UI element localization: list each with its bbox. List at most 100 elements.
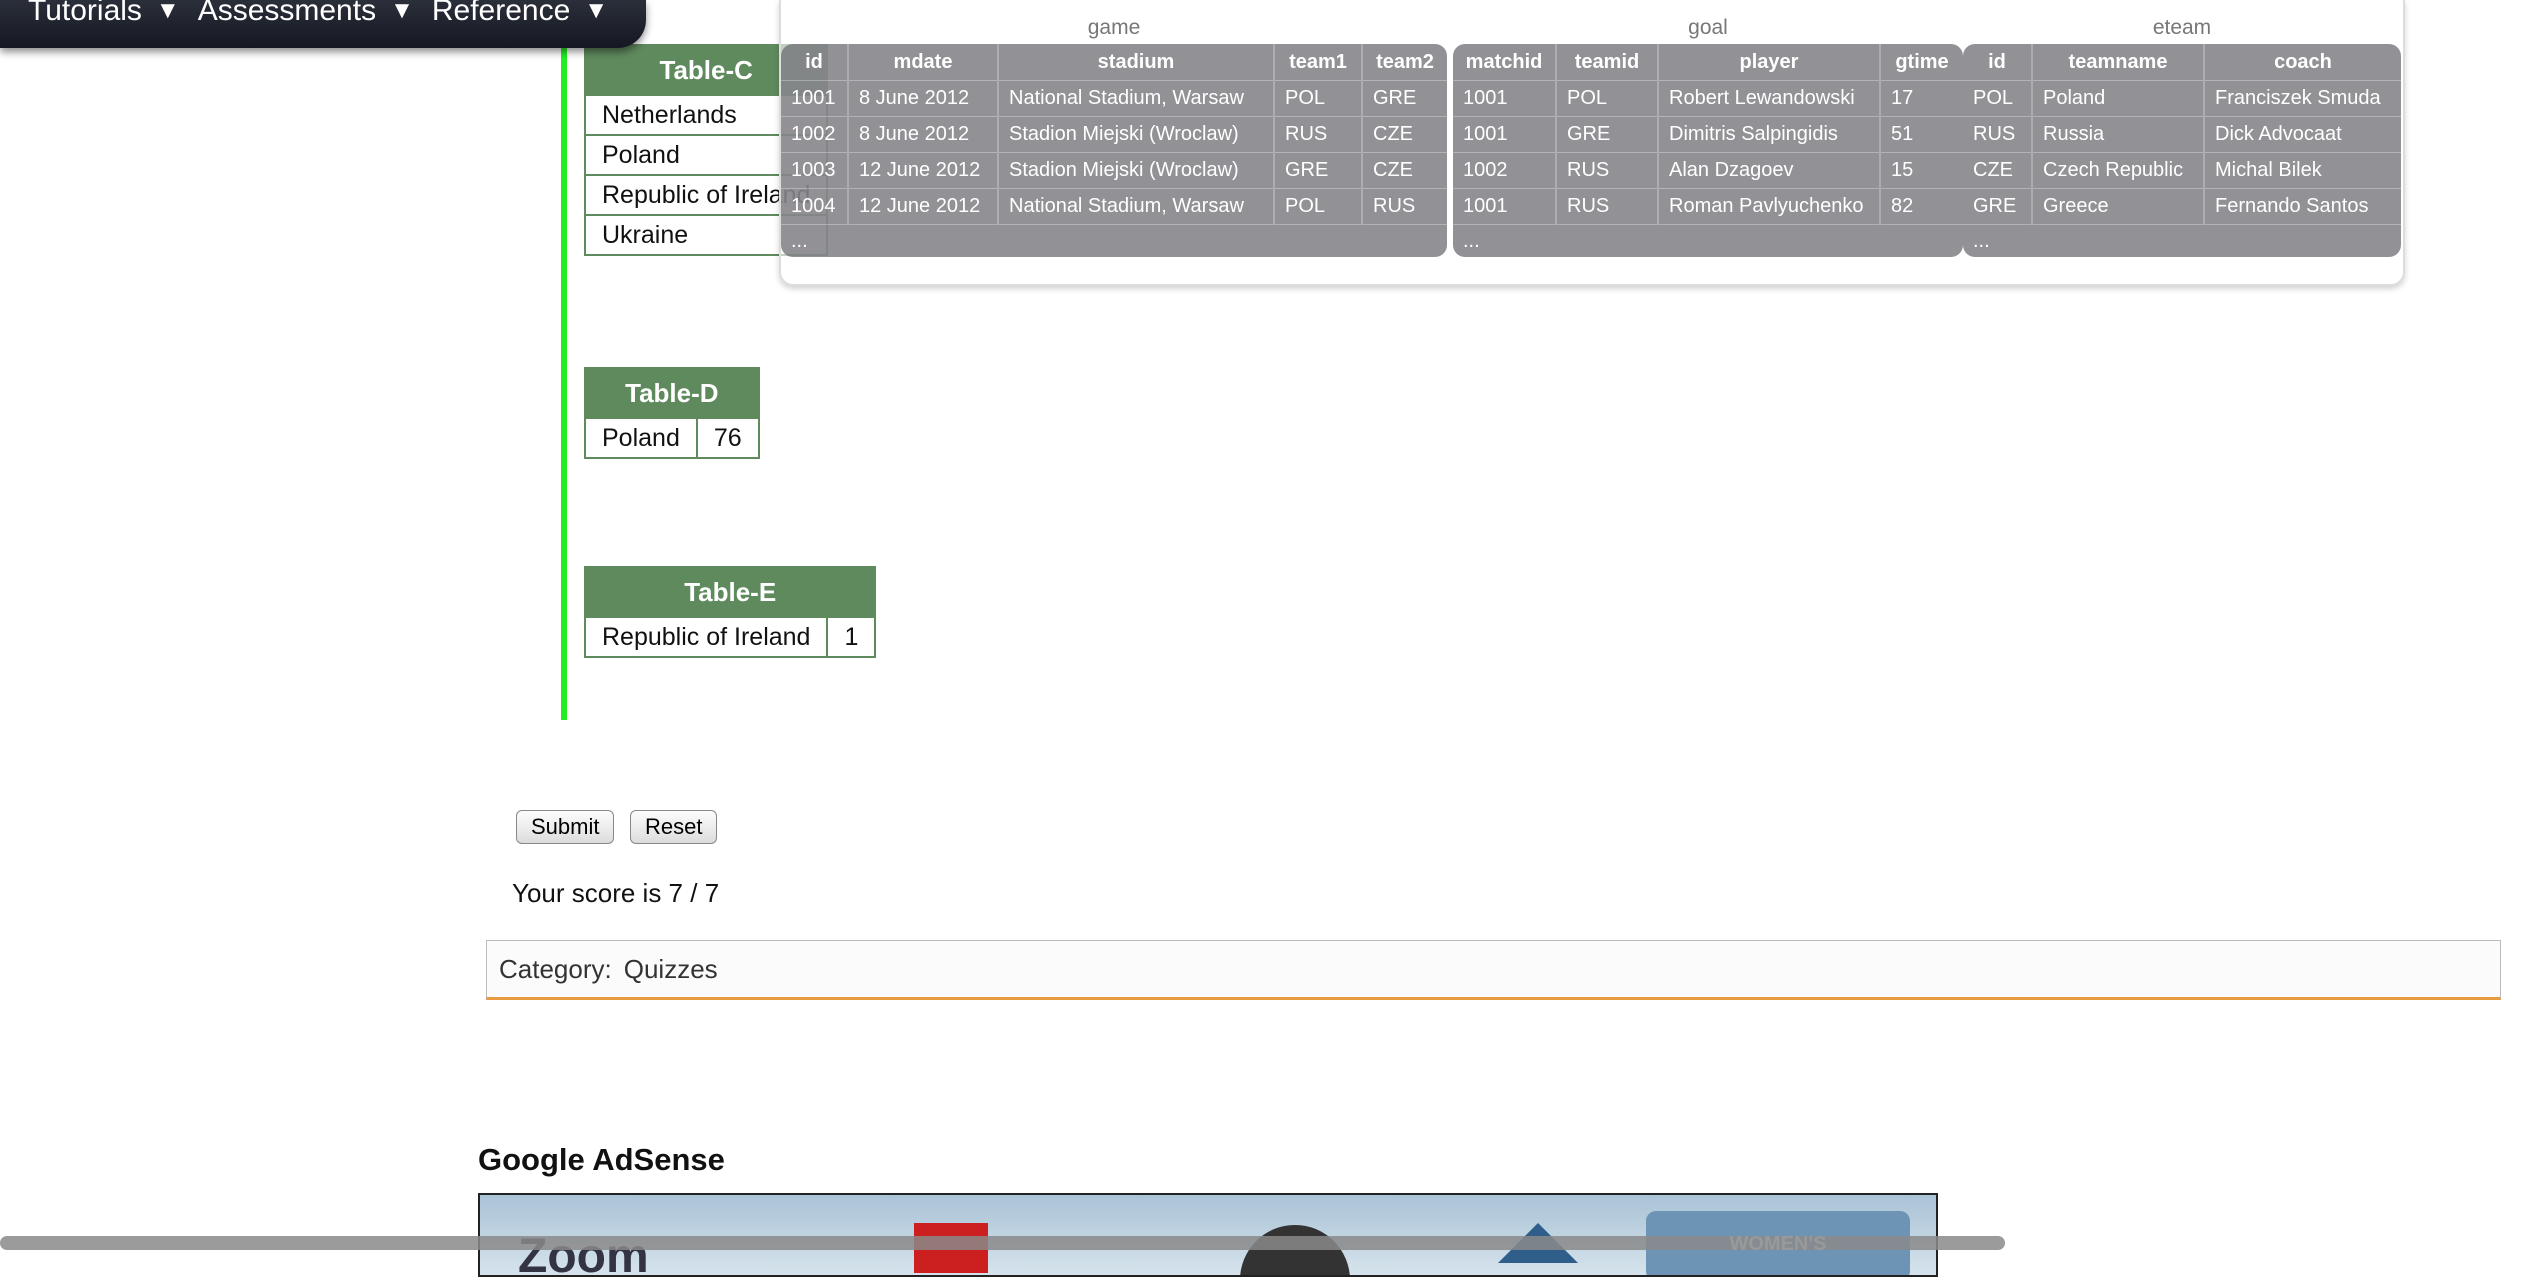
table-cell: Poland [584,417,698,459]
table-cell: 1001 [1453,116,1557,153]
caret-down-icon[interactable]: ▼ [584,0,608,25]
nav-reference[interactable]: Reference ▼ [432,0,608,28]
table-cell: Robert Lewandowski [1658,80,1881,117]
column-header: team2 [1376,50,1434,73]
table-row: RUS Russia Dick Advocaat [1963,116,2401,153]
column-header: matchid [1453,44,1557,81]
table-cell: 17 [1880,80,1963,117]
table-cell: 1002 [1453,152,1557,189]
schema-caption: game [1087,16,1141,39]
table-cell: RUS [1274,116,1363,153]
answer-table-e: Table-E Republic of Ireland 1 [583,566,877,658]
table-cell: 1001 [1453,80,1557,117]
table-cell: Poland [2032,80,2205,117]
table-cell: National Stadium, Warsaw [998,188,1275,225]
table-cell: 1004 [781,188,849,225]
nav-assessments-label[interactable]: Assessments [198,0,376,28]
category-label: Category: [499,953,612,984]
column-header: teamname [2032,44,2205,81]
table-row: CZE Czech Republic Michal Bilek [1963,152,2401,189]
adsense-heading: Google AdSense [478,1142,725,1177]
answer-table-d: Table-D Poland 76 [584,367,760,459]
table-cell: Roman Pavlyuchenko [1658,188,1881,225]
table-cell: Stadion Miejski (Wroclaw) [998,116,1275,153]
schema-goal-block: goal matchid teamid player gtime 1001 POL… [1453,12,1963,257]
schema-reference-panel: game id mdate stadium team1 team2 1001 8 … [779,0,2405,286]
column-header: gtime [1895,50,1949,73]
table-cell: POL [1274,188,1363,225]
table-cell: National Stadium, Warsaw [998,80,1275,117]
table-cell: RUS [1362,188,1447,225]
table-cell: GRE [1274,152,1363,189]
score-text: Your score is 7 / 7 [512,878,720,908]
table-cell: Greece [2032,188,2205,225]
table-cell: 82 [1880,188,1963,225]
table-cell: 8 June 2012 [848,116,999,153]
table-cell: POL [1274,80,1363,117]
table-cell: RUS [1556,188,1659,225]
table-row: 1002 RUS Alan Dzagoev 15 [1453,152,1963,189]
table-cell: 12 June 2012 [848,188,999,225]
table-cell: 1 [826,616,877,658]
caret-down-icon[interactable]: ▼ [390,0,414,25]
table-cell: 1001 [781,80,849,117]
table-cell: Dick Advocaat [2204,116,2401,153]
ad-banner[interactable]: Zoom WOMEN'S [478,1193,1938,1277]
more-rows-ellipsis: ... [1963,224,2401,257]
table-cell: POL [1963,80,2033,117]
more-rows-ellipsis: ... [1453,224,1963,257]
column-header: coach [2274,50,2332,73]
table-cell: RUS [1963,116,2033,153]
table-row: 1001 POL Robert Lewandowski 17 [1453,80,1963,117]
schema-goal-table: matchid teamid player gtime 1001 POL Rober… [1453,44,1963,257]
schema-eteam-table: id teamname coach POL Poland Franciszek Sm… [1963,44,2401,257]
column-header: player [1658,44,1881,81]
table-cell: Michal Bilek [2204,152,2401,189]
table-title: Table-D [584,367,760,419]
nav-assessments[interactable]: Assessments ▼ [198,0,414,28]
table-cell: Stadion Miejski (Wroclaw) [998,152,1275,189]
table-cell: Fernando Santos [2204,188,2401,225]
category-bar: Category: Quizzes [486,940,2501,1000]
nav-tutorials[interactable]: Tutorials ▼ [28,0,180,28]
table-cell: Dimitris Salpingidis [1658,116,1881,153]
horizontal-scrollbar[interactable] [0,1236,2005,1250]
table-cell: 8 June 2012 [848,80,999,117]
table-row: 1001 RUS Roman Pavlyuchenko 82 [1453,188,1963,225]
table-cell: CZE [1963,152,2033,189]
table-cell: 15 [1880,152,1963,189]
table-row: 1004 12 June 2012 National Stadium, Warsaw… [781,188,1447,225]
table-cell: Republic of Ireland [583,616,829,658]
table-cell: RUS [1556,152,1659,189]
table-cell: 1002 [781,116,849,153]
submit-button[interactable]: Submit [516,810,615,844]
column-header: teamid [1556,44,1659,81]
nav-tutorials-label[interactable]: Tutorials [28,0,142,28]
nav-reference-label[interactable]: Reference [432,0,570,28]
column-header: stadium [998,44,1275,81]
column-header: mdate [848,44,999,81]
category-link-quizzes[interactable]: Quizzes [624,954,718,985]
table-cell: Alan Dzagoev [1658,152,1881,189]
table-cell: GRE [1556,116,1659,153]
table-cell: 1001 [1453,188,1557,225]
schema-caption: eteam [2152,16,2212,39]
column-header: id [1963,44,2033,81]
schema-caption: goal [1688,16,1728,39]
schema-eteam-block: eteam id teamname coach POL Poland Francis… [1963,12,2401,257]
schema-game-block: game id mdate stadium team1 team2 1001 8 … [781,12,1447,257]
caret-down-icon[interactable]: ▼ [156,0,180,25]
table-cell: Franciszek Smuda [2204,80,2401,117]
table-row: POL Poland Franciszek Smuda [1963,80,2401,117]
table-row: 1001 8 June 2012 National Stadium, Warsaw P… [781,80,1447,117]
reset-button[interactable]: Reset [630,810,718,844]
table-row: 1001 GRE Dimitris Salpingidis 51 [1453,116,1963,153]
more-rows-ellipsis: ... [781,224,1447,257]
table-cell: Czech Republic [2032,152,2205,189]
table-row: 1003 12 June 2012 Stadion Miejski (Wroclaw… [781,152,1447,189]
table-title: Table-E [583,566,877,618]
table-cell: POL [1556,80,1659,117]
ad-person-graphic [1240,1225,1350,1275]
table-row: 1002 8 June 2012 Stadion Miejski (Wroclaw)… [781,116,1447,153]
table-cell: Russia [2032,116,2205,153]
